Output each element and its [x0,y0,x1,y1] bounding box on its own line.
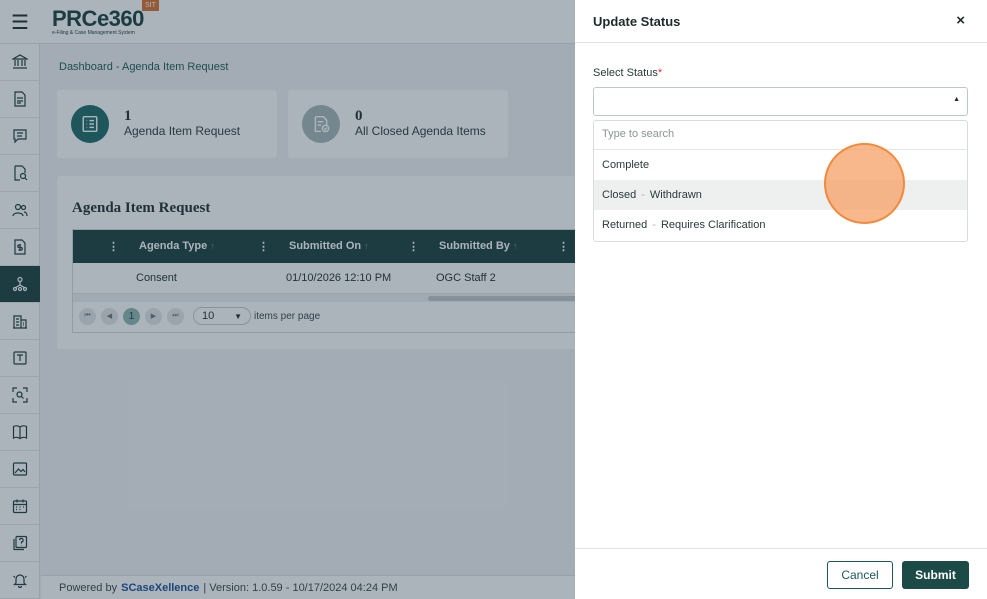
status-option-complete[interactable]: Complete [594,150,967,180]
option-label: Complete [602,159,650,171]
option-label: Returned [602,219,648,231]
drawer-header: Update Status × [575,0,987,43]
status-option-returned-clarification[interactable]: Returned - Requires Clarification [594,210,967,240]
modal-backdrop[interactable] [0,0,575,599]
option-sublabel: Withdrawn [649,189,702,201]
option-label: Closed [602,189,637,201]
cancel-button[interactable]: Cancel [827,561,893,589]
click-indicator [824,143,905,224]
drawer-title: Update Status [593,14,681,29]
caret-up-icon: ▲ [953,96,960,103]
submit-button[interactable]: Submit [902,561,969,589]
select-status-label: Select Status* [593,67,662,79]
status-search-input[interactable] [602,128,942,140]
dropdown-search-row [594,121,967,150]
status-dropdown: Complete Closed-Withdrawn Returned-Requi… [593,120,968,242]
update-status-drawer: Update Status × Select Status* ▲ Complet… [575,0,987,599]
option-separator: - [641,189,645,201]
option-separator: - [652,219,656,231]
required-marker: * [657,67,663,79]
status-option-closed-withdrawn[interactable]: Closed - Withdrawn [594,180,967,210]
field-label-text: Select Status [593,67,658,79]
option-sublabel: Requires Clarification [660,219,766,231]
drawer-footer: Cancel Submit [575,548,987,599]
status-select[interactable]: ▲ [593,87,968,116]
close-icon[interactable]: × [956,12,965,29]
